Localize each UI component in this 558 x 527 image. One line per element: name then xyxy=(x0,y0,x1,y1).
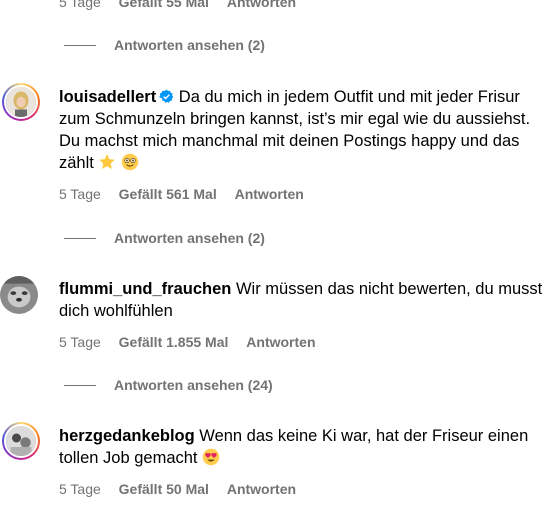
grinning-face-emoji xyxy=(121,153,139,171)
reply-button[interactable]: Antworten xyxy=(227,0,296,10)
verified-badge-icon xyxy=(159,89,174,103)
comment-age: 5 Tage xyxy=(59,0,101,10)
comment-username[interactable]: herzgedankeblog xyxy=(59,427,195,445)
avatar-image xyxy=(0,276,38,314)
likes-count[interactable]: Gefällt 561 Mal xyxy=(119,186,217,202)
comment-username[interactable]: flummi_und_frauchen xyxy=(59,280,231,298)
view-replies-label: Antworten ansehen (2) xyxy=(114,230,265,246)
comment-meta: 5 Tage Gefällt 1.855 Mal Antworten xyxy=(59,334,330,350)
avatar[interactable] xyxy=(0,276,38,314)
avatar[interactable] xyxy=(2,83,40,121)
comment-meta: 5 Tage Gefällt 561 Mal Antworten xyxy=(59,186,318,202)
comment-body: louisadellert Da du mich in jedem Outfit… xyxy=(59,86,551,174)
view-replies-button[interactable]: Antworten ansehen (2) xyxy=(64,37,265,53)
comment-meta: 5 Tage Gefällt 55 Mal Antworten xyxy=(59,0,310,10)
comment-age: 5 Tage xyxy=(59,186,101,202)
view-replies-label: Antworten ansehen (2) xyxy=(114,37,265,53)
comment-body: herzgedankeblog Wenn das keine Ki war, h… xyxy=(59,425,551,469)
likes-count[interactable]: Gefällt 55 Mal xyxy=(119,0,209,10)
avatar-image xyxy=(6,87,36,117)
divider-line xyxy=(64,237,96,239)
view-replies-label: Antworten ansehen (24) xyxy=(114,377,273,393)
comment-age: 5 Tage xyxy=(59,481,101,497)
reply-button[interactable]: Antworten xyxy=(227,481,296,497)
view-replies-button[interactable]: Antworten ansehen (2) xyxy=(64,230,265,246)
reply-button[interactable]: Antworten xyxy=(235,186,304,202)
star-emoji xyxy=(99,154,116,169)
comment-username[interactable]: louisadellert xyxy=(59,88,156,106)
divider-line xyxy=(64,384,96,386)
avatar[interactable] xyxy=(2,422,40,460)
comment-body: flummi_und_frauchen Wir müssen das nicht… xyxy=(59,278,551,322)
divider-line xyxy=(64,44,96,46)
likes-count[interactable]: Gefällt 50 Mal xyxy=(119,481,209,497)
reply-button[interactable]: Antworten xyxy=(246,334,315,350)
comment-meta: 5 Tage Gefällt 50 Mal Antworten xyxy=(59,481,310,497)
view-replies-button[interactable]: Antworten ansehen (24) xyxy=(64,377,273,393)
heart-eyes-emoji xyxy=(202,448,220,466)
comment-age: 5 Tage xyxy=(59,334,101,350)
likes-count[interactable]: Gefällt 1.855 Mal xyxy=(119,334,229,350)
avatar-image xyxy=(6,426,36,456)
